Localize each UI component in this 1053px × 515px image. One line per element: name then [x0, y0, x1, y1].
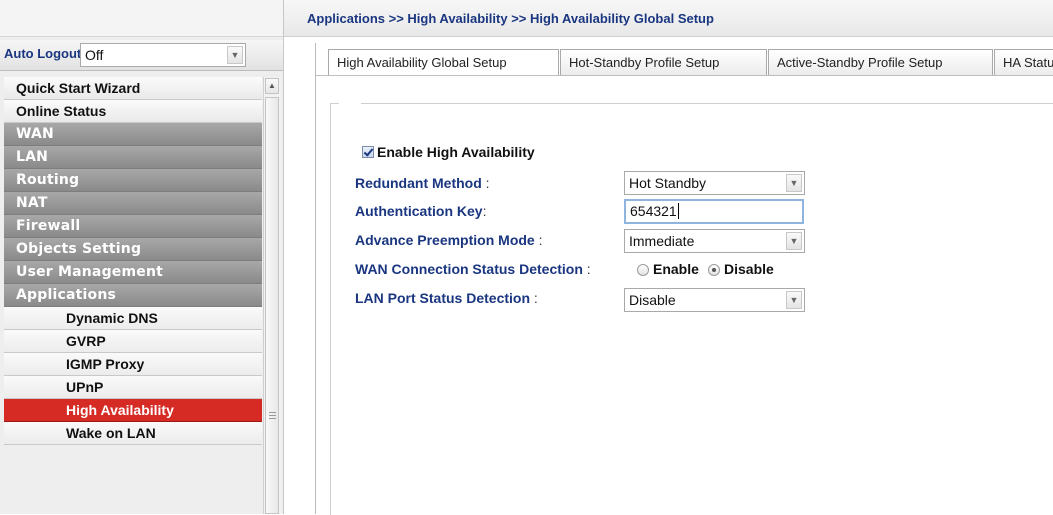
sidebar-menu: Quick Start Wizard Online Status WAN LAN…: [4, 77, 262, 445]
grip-line: [269, 415, 276, 416]
scrollbar-thumb[interactable]: [265, 97, 279, 514]
sidebar-item-objects-setting[interactable]: Objects Setting: [4, 238, 262, 261]
text-cursor: [677, 203, 679, 219]
legend-gap: [339, 102, 361, 106]
tab-hot-standby[interactable]: Hot-Standby Profile Setup: [560, 49, 767, 75]
tab-ha-status[interactable]: HA Status: [994, 49, 1053, 75]
lan-detection-value: Disable: [629, 292, 676, 308]
sidebar: Auto Logout : Off ▼ Quick Start Wizard O…: [0, 0, 284, 514]
lan-detection-label: LAN Port Status Detection :: [355, 290, 538, 306]
sidebar-item-nat[interactable]: NAT: [4, 192, 262, 215]
sidebar-item-igmp-proxy[interactable]: IGMP Proxy: [4, 353, 262, 376]
tab-global-setup[interactable]: High Availability Global Setup: [328, 49, 559, 75]
breadcrumb: Applications >> High Availability >> Hig…: [307, 11, 714, 26]
chevron-down-icon: ▼: [786, 291, 802, 309]
sidebar-item-applications[interactable]: Applications: [4, 284, 262, 307]
wan-enable-radio[interactable]: [637, 264, 649, 276]
chevron-down-icon: ▼: [786, 174, 802, 192]
auth-key-label: Authentication Key:: [355, 203, 487, 219]
auth-key-value: 654321: [630, 203, 677, 219]
sidebar-scrollbar[interactable]: ▲: [263, 77, 281, 514]
sidebar-item-wake-on-lan[interactable]: Wake on LAN: [4, 422, 262, 445]
sidebar-item-upnp[interactable]: UPnP: [4, 376, 262, 399]
sidebar-item-firewall[interactable]: Firewall: [4, 215, 262, 238]
preemption-mode-label: Advance Preemption Mode :: [355, 232, 543, 248]
redundant-method-label: Redundant Method :: [355, 175, 490, 191]
tab-active-standby[interactable]: Active-Standby Profile Setup: [768, 49, 993, 75]
tab-divider: [316, 75, 1053, 76]
sidebar-item-gvrp[interactable]: GVRP: [4, 330, 262, 353]
enable-ha-label: Enable High Availability: [377, 144, 535, 160]
grip-line: [269, 418, 276, 419]
grip-line: [269, 412, 276, 413]
redundant-method-select[interactable]: Hot Standby ▼: [624, 171, 805, 195]
redundant-method-value: Hot Standby: [629, 175, 707, 191]
auto-logout-label: Auto Logout :: [4, 46, 89, 61]
sidebar-item-lan[interactable]: LAN: [4, 146, 262, 169]
sidebar-item-quick-start-wizard[interactable]: Quick Start Wizard: [4, 77, 262, 100]
wan-disable-label: Disable: [724, 261, 774, 277]
auth-key-input[interactable]: 654321: [624, 199, 804, 224]
chevron-down-icon: ▼: [786, 232, 802, 250]
wan-disable-radio[interactable]: [708, 264, 720, 276]
sidebar-item-dynamic-dns[interactable]: Dynamic DNS: [4, 307, 262, 330]
sidebar-item-wan[interactable]: WAN: [4, 123, 262, 146]
chevron-down-icon: ▼: [227, 46, 243, 64]
sidebar-item-online-status[interactable]: Online Status: [4, 100, 262, 123]
sidebar-item-user-management[interactable]: User Management: [4, 261, 262, 284]
sidebar-item-routing[interactable]: Routing: [4, 169, 262, 192]
preemption-mode-value: Immediate: [629, 233, 695, 249]
auto-logout-value: Off: [85, 47, 104, 63]
wan-detection-label: WAN Connection Status Detection :: [355, 261, 591, 277]
sidebar-item-high-availability[interactable]: High Availability: [4, 399, 262, 422]
auto-logout-select[interactable]: Off ▼: [80, 43, 246, 67]
auto-logout-bar: Auto Logout : Off ▼: [0, 40, 283, 71]
breadcrumb-bar: Applications >> High Availability >> Hig…: [284, 0, 1053, 37]
main-content: High Availability Global Setup Hot-Stand…: [315, 43, 1053, 515]
scroll-up-icon[interactable]: ▲: [265, 78, 279, 94]
wan-enable-label: Enable: [653, 261, 699, 277]
sidebar-header: [0, 0, 283, 37]
preemption-mode-select[interactable]: Immediate ▼: [624, 229, 805, 253]
lan-detection-select[interactable]: Disable ▼: [624, 288, 805, 312]
enable-ha-checkbox[interactable]: [362, 146, 374, 158]
